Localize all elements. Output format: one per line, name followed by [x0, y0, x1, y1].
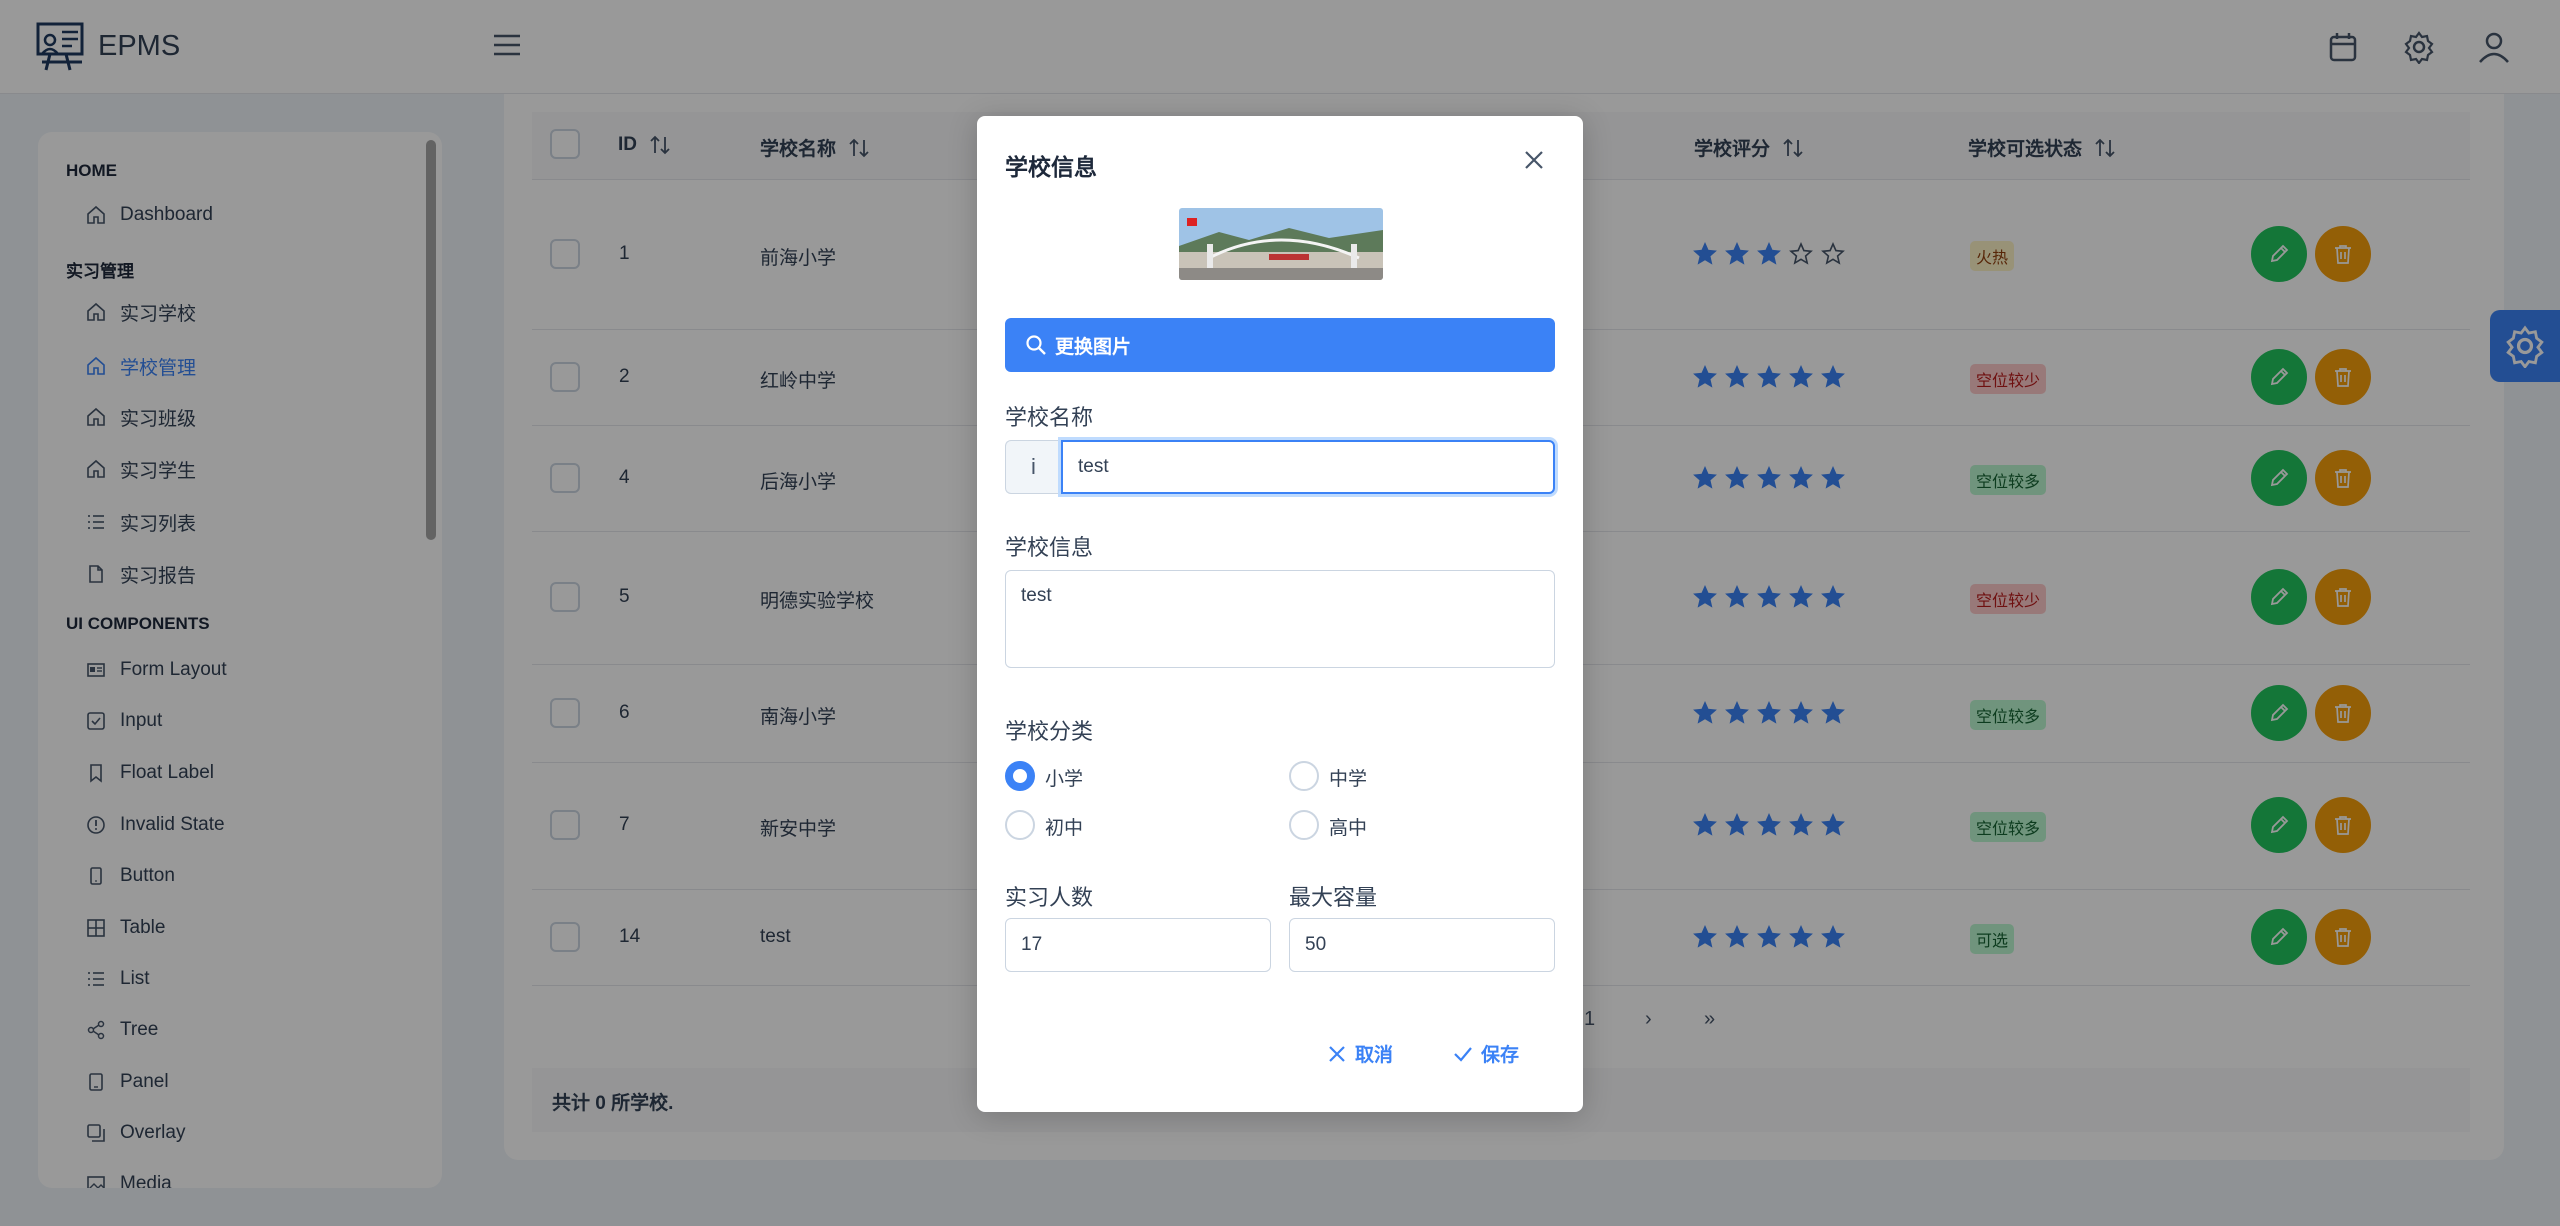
- category-primary-radio[interactable]: [1005, 761, 1035, 791]
- school-name-addon: i: [1005, 440, 1061, 494]
- close-icon: [1329, 1045, 1345, 1062]
- cancel-button[interactable]: 取消: [1327, 1040, 1393, 1067]
- school-info-textarea[interactable]: test: [1005, 570, 1555, 668]
- category-senior-radio[interactable]: [1289, 810, 1319, 840]
- save-button[interactable]: 保存: [1453, 1040, 1519, 1067]
- school-image: [1179, 208, 1383, 280]
- school-info-dialog: 学校信息 更换图片 学校名称 i test 学校信息 test 学校分类 小学 …: [977, 116, 1583, 1112]
- school-name-label: 学校名称: [1005, 406, 1094, 431]
- category-primary-label: 小学: [1045, 769, 1084, 790]
- max-capacity-input[interactable]: 50: [1289, 918, 1555, 972]
- intern-count-input[interactable]: 17: [1005, 918, 1271, 972]
- max-capacity-label: 最大容量: [1289, 886, 1378, 911]
- category-senior-label: 高中: [1329, 818, 1368, 839]
- school-category-label: 学校分类: [1005, 720, 1094, 745]
- category-middle-label: 中学: [1329, 769, 1368, 790]
- school-info-label: 学校信息: [1005, 536, 1094, 561]
- intern-count-label: 实习人数: [1005, 886, 1094, 911]
- close-icon[interactable]: [1522, 148, 1546, 172]
- category-junior-label: 初中: [1045, 818, 1084, 839]
- search-icon: [1026, 335, 1046, 355]
- dialog-title: 学校信息: [1005, 154, 1097, 180]
- school-name-input[interactable]: test: [1061, 440, 1555, 494]
- category-junior-radio[interactable]: [1005, 810, 1035, 840]
- check-icon: [1454, 1046, 1472, 1062]
- category-middle-radio[interactable]: [1289, 761, 1319, 791]
- change-image-button[interactable]: 更换图片: [1005, 318, 1555, 372]
